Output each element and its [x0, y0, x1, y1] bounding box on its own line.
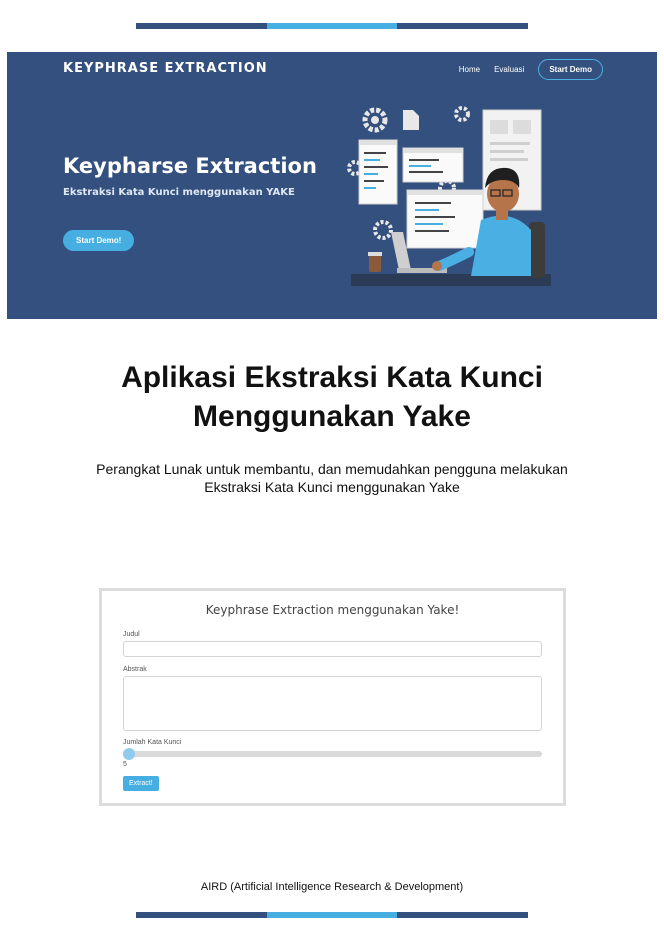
judul-input[interactable]: [123, 641, 542, 657]
hero-subtitle: Ekstraksi Kata Kunci menggunakan YAKE: [63, 187, 295, 198]
heading-line-2: Menggunakan Yake: [193, 400, 471, 433]
bottom-decor-bar: [136, 912, 529, 918]
brand-logo[interactable]: KEYPHRASE EXTRACTION: [63, 61, 268, 76]
extract-button[interactable]: Extract!: [123, 776, 159, 791]
judul-label: Judul: [123, 631, 140, 638]
nav-start-demo-button[interactable]: Start Demo: [538, 59, 603, 80]
slider-thumb[interactable]: [123, 748, 135, 760]
hero-start-demo-button[interactable]: Start Demo!: [63, 230, 135, 251]
nav-home-link[interactable]: Home: [459, 65, 480, 74]
top-decor-bar: [136, 23, 529, 29]
top-nav: Home Evaluasi Start Demo: [459, 59, 603, 80]
description-line-1: Perangkat Lunak untuk membantu, dan memu…: [96, 461, 568, 477]
footer-text: AIRD (Artificial Intelligence Research &…: [200, 881, 464, 893]
form-title: Keyphrase Extraction menggunakan Yake!: [205, 603, 460, 617]
app-screenshot-form: Keyphrase Extraction menggunakan Yake! J…: [99, 588, 566, 806]
hero-banner: KEYPHRASE EXTRACTION Home Evaluasi Start…: [7, 52, 657, 319]
abstrak-textarea[interactable]: [123, 676, 542, 731]
page-description: Perangkat Lunak untuk membantu, dan memu…: [0, 460, 664, 496]
hero-title: Keypharse Extraction: [63, 154, 317, 178]
jumlah-kata-kunci-label: Jumlah Kata Kunci: [123, 739, 182, 746]
abstrak-label: Abstrak: [123, 666, 147, 673]
jumlah-kata-kunci-slider[interactable]: [123, 748, 542, 760]
nav-evaluasi-link[interactable]: Evaluasi: [494, 65, 524, 74]
page-heading: Aplikasi Ekstraksi Kata Kunci Menggunaka…: [0, 358, 664, 436]
description-line-2: Ekstraksi Kata Kunci menggunakan Yake: [204, 479, 460, 495]
developer-illustration: [347, 106, 551, 286]
heading-line-1: Aplikasi Ekstraksi Kata Kunci: [121, 361, 543, 394]
slider-value: 5: [123, 761, 127, 768]
